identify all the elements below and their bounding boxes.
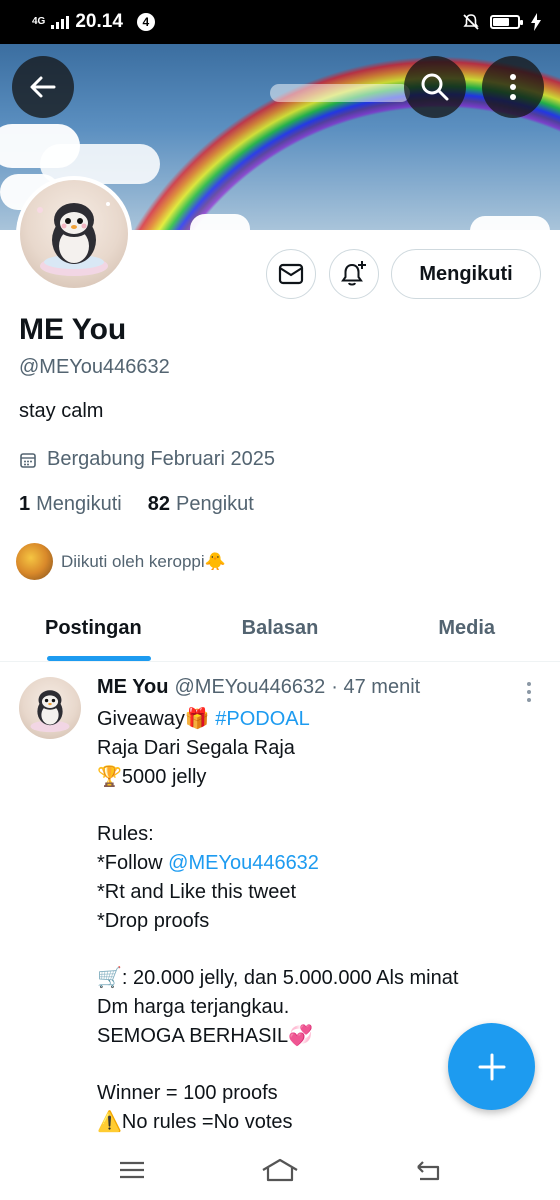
tweet-line-text: Giveaway🎁 [97, 708, 216, 730]
followed-by-text: Diikuti oleh keroppi🐥 [61, 551, 226, 571]
search-icon [421, 73, 449, 101]
tweet-line: *Drop proofs [97, 909, 210, 932]
tweet-line: 🏆5000 jelly [97, 765, 207, 788]
compose-post-button[interactable] [448, 1023, 535, 1110]
back-button[interactable] [12, 56, 74, 118]
bell-plus-icon [341, 261, 366, 286]
tweet-author-name[interactable]: ME You [97, 676, 168, 699]
follow-stats: 1 Mengikuti 82 Pengikut [19, 493, 254, 516]
system-navigation-bar [0, 1140, 560, 1200]
profile-avatar[interactable] [16, 176, 132, 292]
profile-name: ME You [19, 313, 127, 346]
followers-count: 82 [147, 493, 170, 515]
banner-cloud [470, 216, 550, 230]
penguin-avatar-image [37, 202, 110, 276]
mutual-follower-avatar [16, 543, 53, 580]
notification-count-badge: 4 [136, 13, 155, 31]
mute-icon [463, 14, 479, 30]
charging-icon [531, 13, 541, 31]
plus-icon [478, 1053, 505, 1080]
more-options-button[interactable] [482, 56, 544, 118]
profile-tabs: Postingan Balasan Media [0, 596, 560, 662]
active-tab-indicator [47, 656, 151, 661]
tab-postingan[interactable]: Postingan [0, 596, 187, 661]
penguin-avatar-image [30, 690, 70, 733]
tab-media[interactable]: Media [373, 596, 560, 661]
following-link[interactable]: 1 Mengikuti [19, 493, 122, 516]
tweet-line: 🛒: 20.000 jelly, dan 5.000.000 Als minat [97, 967, 459, 990]
profile-bio: stay calm [19, 400, 104, 422]
profile-handle: @MEYou446632 [19, 356, 170, 378]
more-vertical-icon [510, 74, 516, 100]
mail-icon [278, 263, 304, 285]
battery-icon [490, 15, 523, 29]
search-button[interactable] [404, 56, 466, 118]
back-nav-icon[interactable] [414, 1158, 442, 1182]
home-icon[interactable] [261, 1158, 299, 1182]
banner-cloud [190, 214, 250, 230]
following-count: 1 [19, 493, 31, 515]
tweet-line: ⚠️No rules =No votes [97, 1111, 293, 1134]
notification-subscribe-button[interactable] [329, 249, 379, 299]
tweet-line: Dm harga terjangkau. [97, 995, 290, 1018]
tweet-line: Raja Dari Segala Raja [97, 736, 295, 759]
arrow-left-icon [30, 76, 56, 98]
following-label: Mengikuti [36, 493, 122, 515]
message-button[interactable] [266, 249, 316, 299]
tweet-author-handle[interactable]: @MEYou446632 [174, 676, 325, 699]
tweet-line: Giveaway🎁 #PODOAL [97, 705, 537, 734]
tweet-more-button[interactable] [520, 680, 538, 704]
signal-icon [51, 15, 70, 29]
menu-icon[interactable] [118, 1160, 146, 1180]
tweet-line-text: *Follow [97, 851, 169, 874]
status-bar: 4G 20.14 4 [0, 0, 560, 44]
tweet-timestamp[interactable]: · 47 menit [331, 676, 420, 699]
mention-link[interactable]: @MEYou446632 [168, 852, 319, 874]
tweet-line: *Rt and Like this tweet [97, 880, 296, 903]
followed-by[interactable]: Diikuti oleh keroppi🐥 [16, 543, 226, 580]
tweet-author-avatar[interactable] [19, 677, 81, 739]
tweet-line: *Follow @MEYou446632 [97, 849, 537, 878]
calendar-icon [20, 452, 36, 468]
following-button[interactable]: Mengikuti [391, 249, 541, 299]
tweet-header: ME You @MEYou446632 · 47 menit [97, 676, 420, 699]
status-time: 20.14 [75, 11, 123, 32]
banner-cloud [270, 84, 410, 102]
followers-label: Pengikut [175, 493, 254, 515]
followers-link[interactable]: 82 Pengikut [148, 493, 254, 516]
tweet-line: Rules: [97, 823, 154, 846]
tab-balasan[interactable]: Balasan [187, 596, 374, 661]
hashtag-link[interactable]: #PODOAL [215, 708, 309, 730]
joined-text: Bergabung Februari 2025 [47, 448, 275, 470]
network-indicator: 4G [32, 16, 46, 27]
joined-date: Bergabung Februari 2025 [19, 448, 275, 471]
